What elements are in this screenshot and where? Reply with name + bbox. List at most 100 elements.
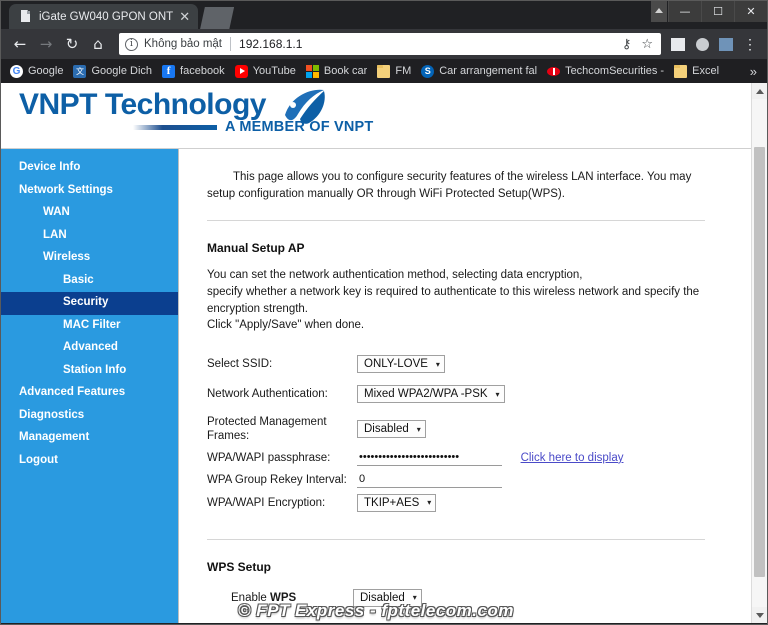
bookmarks-bar: Google Google Dich facebook YouTube Book… [1, 59, 767, 83]
enable-wps-label-text: Enable [231, 591, 271, 604]
passphrase-label: WPA/WAPI passphrase: [207, 451, 331, 464]
browser-tab-igate[interactable]: iGate GW040 GPON ONT ✕ [9, 4, 199, 29]
sidebar-item-mac-filter[interactable]: MAC Filter [1, 315, 178, 338]
encryption-dropdown[interactable]: TKIP+AES ▾ [357, 493, 437, 512]
network-authentication-dropdown[interactable]: Mixed WPA2/WPA -PSK ▾ [357, 385, 505, 404]
tab-search-icon[interactable] [651, 1, 667, 22]
sidebar-item-device-info[interactable]: Device Info [1, 157, 178, 180]
bookmark-facebook[interactable]: facebook [157, 61, 230, 81]
sidebar-item-security[interactable]: Security [1, 292, 178, 315]
back-icon[interactable]: ← [7, 31, 33, 57]
scrollbar-track[interactable] [752, 99, 767, 607]
bookmark-youtube[interactable]: YouTube [230, 61, 301, 81]
bookmark-techcom-securities[interactable]: TechcomSecurities - [542, 61, 669, 81]
home-icon[interactable]: ⌂ [85, 31, 111, 57]
chevron-down-icon: ▾ [435, 359, 440, 369]
mail-extension-icon[interactable] [667, 33, 689, 55]
tagline-bar [133, 124, 217, 130]
omnibox-actions: ⚷ ☆ [622, 37, 655, 52]
divider [207, 220, 705, 222]
sidebar-item-logout[interactable]: Logout [1, 450, 178, 473]
bookmark-label: facebook [180, 65, 225, 77]
bookmark-car-arrangement[interactable]: Car arrangement fal [416, 61, 542, 81]
bookmark-book-car[interactable]: Book car [301, 61, 372, 81]
protected-management-frames-value: Disabled [364, 423, 409, 436]
bookmark-star-icon[interactable]: ☆ [641, 37, 653, 52]
scrollbar-thumb[interactable] [754, 147, 765, 577]
divider [207, 538, 705, 540]
globe-extension-icon[interactable] [691, 33, 713, 55]
chevron-down-icon: ▾ [427, 498, 432, 508]
bookmark-label: FM [395, 65, 412, 77]
window-caption-buttons: — ☐ ✕ [668, 1, 767, 22]
sidebar-item-diagnostics[interactable]: Diagnostics [1, 405, 178, 428]
address-bar[interactable]: i Không bảo mật 192.168.1.1 ⚷ ☆ [119, 33, 661, 55]
techcom-favicon-icon [547, 65, 561, 78]
enable-wps-dropdown[interactable]: Disabled ▾ [353, 588, 422, 607]
folder-icon [377, 64, 391, 78]
wps-form: Enable WPS Disabled ▾ [231, 586, 422, 610]
page-scrollbar[interactable] [751, 83, 767, 623]
form-row-network-authentication: Network Authentication: Mixed WPA2/WPA -… [207, 382, 623, 406]
sidebar-item-advanced-features[interactable]: Advanced Features [1, 382, 178, 405]
sidebar-nav: Device Info Network Settings WAN LAN Wir… [1, 149, 179, 623]
reload-icon[interactable]: ↻ [59, 31, 85, 57]
page-viewport: VNPT Technology A MEMBER OF VNPT Device … [1, 83, 767, 623]
form-row-passphrase: WPA/WAPI passphrase: Click here to displ… [207, 447, 623, 469]
maximize-button[interactable]: ☐ [701, 1, 734, 22]
bookmark-excel[interactable]: Excel [669, 61, 724, 81]
sidebar-item-wireless[interactable]: Wireless [1, 247, 178, 270]
browser-menu-icon[interactable]: ⋮ [739, 33, 761, 55]
form-row-group-rekey-interval: WPA Group Rekey Interval: [207, 469, 623, 491]
group-rekey-interval-input[interactable] [357, 471, 502, 488]
browser-toolbar: ← → ↻ ⌂ i Không bảo mật 192.168.1.1 ⚷ ☆ [1, 29, 767, 59]
facebook-favicon-icon [162, 64, 176, 78]
new-tab-button[interactable] [200, 7, 235, 29]
puzzle-extension-icon[interactable] [715, 33, 737, 55]
protected-management-frames-dropdown[interactable]: Disabled ▾ [357, 420, 426, 439]
vnpt-logo: VNPT Technology [19, 88, 325, 124]
sidebar-item-advanced[interactable]: Advanced [1, 337, 178, 360]
click-here-to-display-link[interactable]: Click here to display [521, 452, 624, 464]
scroll-up-icon[interactable] [752, 83, 767, 99]
bookmark-google[interactable]: Google [5, 61, 68, 81]
passphrase-input[interactable] [357, 449, 502, 466]
form-row-encryption: WPA/WAPI Encryption: TKIP+AES ▾ [207, 491, 623, 515]
bookmark-label: Book car [323, 65, 368, 77]
bookmark-label: Car arrangement fal [439, 65, 538, 77]
network-authentication-value: Mixed WPA2/WPA -PSK [364, 388, 488, 401]
omnibox-divider [230, 37, 232, 51]
sidebar-item-station-info[interactable]: Station Info [1, 360, 178, 383]
page-favicon-icon [19, 10, 32, 23]
sidebar-item-management[interactable]: Management [1, 427, 178, 450]
logo-text: VNPT Technology [19, 88, 266, 121]
bookmarks-overflow-icon[interactable]: » [744, 64, 763, 79]
info-icon[interactable]: i [125, 37, 138, 51]
toolbar-extensions: ⋮ [667, 33, 761, 55]
wireless-security-form: Select SSID: ONLY-LOVE ▾ Network Authent… [207, 352, 623, 515]
form-row-enable-wps: Enable WPS Disabled ▾ [231, 586, 422, 610]
manual-desc-line3: Click "Apply/Save" when done. [207, 319, 365, 332]
close-button[interactable]: ✕ [734, 1, 767, 22]
scroll-down-icon[interactable] [752, 607, 767, 623]
browser-window: iGate GW040 GPON ONT ✕ — ☐ ✕ ← → ↻ ⌂ i K… [0, 0, 768, 625]
google-favicon-icon [10, 64, 23, 78]
sidebar-item-basic[interactable]: Basic [1, 270, 178, 293]
bookmark-label: Google Dich [91, 65, 153, 77]
url-text[interactable]: 192.168.1.1 [239, 37, 622, 51]
bookmark-google-dich[interactable]: Google Dich [68, 61, 157, 81]
key-icon[interactable]: ⚷ [622, 37, 632, 52]
enable-wps-label-bold: WPS [270, 591, 297, 604]
select-ssid-dropdown[interactable]: ONLY-LOVE ▾ [357, 355, 445, 374]
close-icon[interactable]: ✕ [179, 10, 190, 23]
sidebar-item-lan[interactable]: LAN [1, 225, 178, 248]
sidebar-item-wan[interactable]: WAN [1, 202, 178, 225]
bookmark-label: TechcomSecurities - [565, 65, 665, 77]
form-row-select-ssid: Select SSID: ONLY-LOVE ▾ [207, 352, 623, 376]
bookmark-fm[interactable]: FM [372, 61, 416, 81]
encryption-label: WPA/WAPI Encryption: [207, 496, 326, 509]
minimize-button[interactable]: — [668, 1, 701, 22]
forward-icon[interactable]: → [33, 31, 59, 57]
sidebar-item-network-settings[interactable]: Network Settings [1, 180, 178, 203]
manual-desc-line2: specify whether a network key is require… [207, 286, 700, 315]
